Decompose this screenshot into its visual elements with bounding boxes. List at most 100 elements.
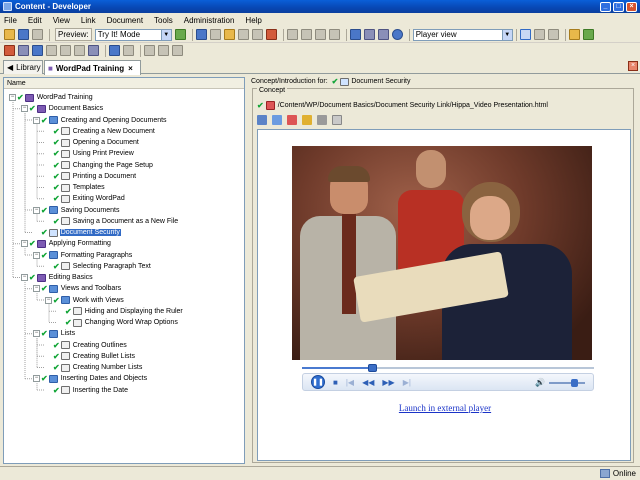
menu-file[interactable]: File bbox=[4, 16, 17, 25]
menu-tools[interactable]: Tools bbox=[154, 16, 173, 25]
collapse-icon[interactable]: − bbox=[33, 330, 40, 338]
tree-item[interactable]: − ✔ Saving Documents bbox=[33, 205, 120, 216]
tree-item[interactable]: ✔ Opening a Document bbox=[45, 137, 140, 148]
close-tab-icon[interactable]: × bbox=[128, 64, 133, 73]
tree-item[interactable]: ✔ Creating a New Document bbox=[45, 126, 156, 137]
link-icon[interactable] bbox=[144, 45, 155, 56]
tree-item[interactable]: − ✔ Editing Basics bbox=[21, 272, 94, 283]
fast-forward-button[interactable]: ▶▶ bbox=[382, 378, 394, 387]
spellcheck-icon[interactable] bbox=[363, 29, 375, 40]
rewind-button[interactable]: ◀◀ bbox=[362, 378, 374, 387]
edit-pencil-icon[interactable] bbox=[302, 115, 312, 125]
menu-link[interactable]: Link bbox=[81, 16, 96, 25]
tree-item[interactable]: ✔ Changing Word Wrap Options bbox=[57, 317, 179, 328]
tree-item[interactable]: − ✔ Document Basics bbox=[21, 103, 104, 114]
indent-icon[interactable] bbox=[328, 29, 340, 40]
collapse-icon[interactable]: − bbox=[33, 285, 40, 293]
menu-view[interactable]: View bbox=[53, 16, 70, 25]
undo-icon[interactable] bbox=[286, 29, 298, 40]
binoculars-icon[interactable] bbox=[349, 29, 361, 40]
redo-icon[interactable] bbox=[300, 29, 312, 40]
tree-item[interactable]: ✔ Creating Outlines bbox=[45, 340, 128, 351]
progress-thumb[interactable] bbox=[368, 364, 378, 372]
save-all-icon[interactable] bbox=[32, 29, 43, 40]
tree-item[interactable]: − ✔ Formatting Paragraphs bbox=[33, 250, 133, 261]
collapse-icon[interactable]: − bbox=[33, 375, 40, 383]
chevron-down-icon[interactable]: ▼ bbox=[160, 29, 171, 40]
collapse-icon[interactable]: − bbox=[21, 105, 28, 113]
tree-item[interactable]: ✔ Creating Bullet Lists bbox=[45, 351, 136, 362]
tab-wordpad-training[interactable]: ■ WordPad Training × bbox=[44, 60, 141, 75]
copy-icon[interactable] bbox=[209, 29, 221, 40]
menu-help[interactable]: Help bbox=[245, 16, 261, 25]
tree-item[interactable]: ✔ Inserting the Date bbox=[45, 385, 129, 396]
record-icon[interactable] bbox=[4, 45, 15, 56]
close-button[interactable]: × bbox=[626, 1, 637, 12]
tree-item[interactable]: ✔ Using Print Preview bbox=[45, 148, 135, 159]
settings-icon[interactable] bbox=[88, 45, 99, 56]
video-progress-bar[interactable] bbox=[302, 364, 594, 372]
collapse-icon[interactable]: − bbox=[21, 274, 28, 281]
collapse-icon[interactable]: − bbox=[45, 296, 52, 304]
topic-properties-icon[interactable] bbox=[60, 45, 71, 56]
go-icon[interactable] bbox=[174, 29, 186, 40]
tree-item[interactable]: ✔ Exiting WordPad bbox=[45, 193, 126, 204]
delete-icon[interactable] bbox=[237, 29, 249, 40]
cut-icon[interactable] bbox=[195, 29, 207, 40]
new-topic-icon[interactable] bbox=[46, 45, 57, 56]
view-select[interactable]: Player view ▼ bbox=[412, 28, 513, 41]
link-icon[interactable] bbox=[257, 115, 267, 125]
tree-item[interactable]: − ✔ Inserting Dates and Objects bbox=[33, 373, 148, 384]
open-folder-icon[interactable] bbox=[4, 29, 15, 40]
stop-button[interactable]: ■ bbox=[333, 378, 338, 387]
tree-item[interactable]: ✔ Templates bbox=[45, 182, 106, 193]
tree-item[interactable]: − ✔ Work with Views bbox=[45, 295, 125, 306]
tree-item[interactable]: − ✔ WordPad Training bbox=[9, 92, 94, 103]
help-icon[interactable] bbox=[391, 29, 403, 40]
properties-icon[interactable] bbox=[251, 29, 263, 40]
document-icon[interactable] bbox=[172, 45, 183, 56]
layout-vertical-icon[interactable] bbox=[547, 29, 559, 40]
insert-package-icon[interactable] bbox=[272, 115, 282, 125]
properties-icon[interactable] bbox=[317, 115, 327, 125]
move-down-icon[interactable] bbox=[123, 45, 134, 56]
next-button[interactable]: ▶| bbox=[403, 378, 411, 387]
new-module-icon[interactable] bbox=[18, 45, 29, 56]
help-topic-icon[interactable] bbox=[74, 45, 85, 56]
menu-edit[interactable]: Edit bbox=[28, 16, 42, 25]
outdent-icon[interactable] bbox=[314, 29, 326, 40]
collapse-icon[interactable]: − bbox=[21, 240, 28, 248]
layout-split-icon[interactable] bbox=[519, 29, 531, 40]
tree-item[interactable]: − ✔ Lists bbox=[33, 328, 76, 339]
menu-administration[interactable]: Administration bbox=[184, 16, 235, 25]
speaker-icon[interactable]: 🔊 bbox=[535, 378, 545, 387]
tab-library[interactable]: ◀ Library bbox=[3, 60, 43, 74]
tree-item[interactable]: − ✔ Creating and Opening Documents bbox=[33, 115, 168, 126]
tree-item[interactable]: ✔ Selecting Paragraph Text bbox=[45, 261, 152, 272]
find-icon[interactable] bbox=[265, 29, 277, 40]
new-section-icon[interactable] bbox=[32, 45, 43, 56]
save-icon[interactable] bbox=[18, 29, 29, 40]
chevron-down-icon[interactable]: ▼ bbox=[501, 29, 512, 40]
collapse-icon[interactable]: − bbox=[33, 251, 40, 259]
tree-item[interactable]: ✔ Document Security bbox=[33, 227, 121, 238]
collapse-icon[interactable]: − bbox=[9, 94, 16, 101]
volume-thumb[interactable] bbox=[571, 378, 579, 387]
tree-item[interactable]: ✔ Hiding and Displaying the Ruler bbox=[57, 306, 184, 317]
previous-button[interactable]: |◀ bbox=[346, 378, 354, 387]
video-frame[interactable] bbox=[292, 146, 592, 360]
volume-slider[interactable] bbox=[549, 378, 585, 387]
remove-link-icon[interactable] bbox=[287, 115, 297, 125]
preview-icon[interactable] bbox=[332, 115, 342, 125]
pause-button[interactable]: ❚❚ bbox=[311, 375, 325, 389]
refresh-icon[interactable] bbox=[582, 29, 594, 40]
move-up-icon[interactable] bbox=[109, 45, 120, 56]
tree-item[interactable]: ✔ Printing a Document bbox=[45, 171, 137, 182]
publish-icon[interactable] bbox=[568, 29, 580, 40]
paste-icon[interactable] bbox=[223, 29, 235, 40]
layout-horizontal-icon[interactable] bbox=[533, 29, 545, 40]
collapse-icon[interactable]: − bbox=[33, 116, 40, 124]
tree-item[interactable]: ✔ Changing the Page Setup bbox=[45, 160, 154, 171]
mode-select[interactable]: Try It! Mode ▼ bbox=[94, 28, 172, 41]
collapse-icon[interactable]: − bbox=[33, 206, 40, 214]
